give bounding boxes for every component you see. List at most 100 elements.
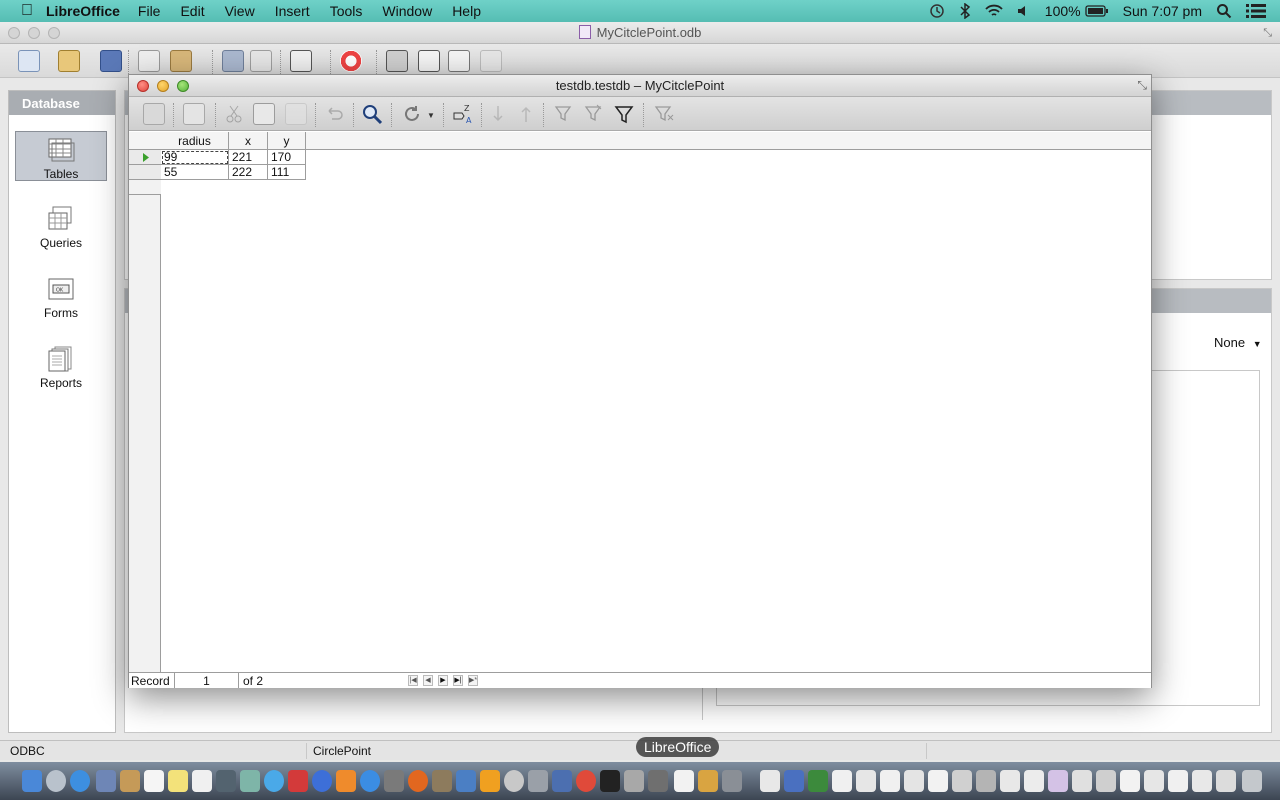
libreoffice-icon[interactable]: [674, 770, 694, 792]
reports-button[interactable]: Reports: [15, 341, 107, 391]
open-folder-icon[interactable]: [58, 50, 80, 72]
queries-button[interactable]: Queries: [15, 201, 107, 251]
forms-button[interactable]: OK Forms: [15, 271, 107, 321]
dock-document-icon[interactable]: [1216, 770, 1236, 792]
menu-window[interactable]: Window: [382, 3, 432, 19]
refresh-dropdown-icon[interactable]: ▼: [427, 111, 435, 120]
dock-document-icon[interactable]: [1144, 770, 1164, 792]
record-number-field[interactable]: 1: [174, 673, 239, 688]
cell-radius[interactable]: 55: [161, 165, 229, 180]
dock-document-icon[interactable]: [976, 770, 996, 792]
cell-x[interactable]: 221: [229, 150, 268, 165]
select-all-corner[interactable]: [129, 132, 161, 150]
contacts-icon[interactable]: [120, 770, 140, 792]
dock-document-icon[interactable]: [1048, 770, 1068, 792]
battery-icon[interactable]: [1084, 5, 1109, 17]
menu-view[interactable]: View: [225, 3, 255, 19]
dock-document-icon[interactable]: [808, 770, 828, 792]
itunes-icon[interactable]: [312, 770, 332, 792]
standard-filter-icon[interactable]: [613, 103, 635, 125]
reset-filter-icon[interactable]: [653, 103, 675, 125]
dock-app-icon[interactable]: [480, 770, 500, 792]
column-header-x[interactable]: x: [229, 132, 268, 150]
volume-icon[interactable]: [1017, 4, 1031, 18]
first-record-icon[interactable]: |◀: [408, 675, 418, 686]
cell-x[interactable]: 222: [229, 165, 268, 180]
row-selector[interactable]: [129, 150, 161, 165]
notes-icon[interactable]: [168, 770, 188, 792]
dock-app-icon[interactable]: [432, 770, 452, 792]
dock-app-icon[interactable]: [456, 770, 476, 792]
save-icon[interactable]: [100, 50, 122, 72]
dock-app-icon[interactable]: [552, 770, 572, 792]
previous-record-icon[interactable]: ◀: [423, 675, 433, 686]
preview-mode-dropdown[interactable]: None ▼: [1214, 335, 1262, 350]
dock-document-icon[interactable]: [1192, 770, 1212, 792]
paste-icon[interactable]: [170, 50, 192, 72]
menu-insert[interactable]: Insert: [275, 3, 310, 19]
tables-button[interactable]: Tables: [15, 131, 107, 181]
save-record-icon[interactable]: [143, 103, 165, 125]
photo-booth-icon[interactable]: [288, 770, 308, 792]
copy-icon[interactable]: [253, 103, 275, 125]
dock-document-icon[interactable]: [904, 770, 924, 792]
open-object-icon[interactable]: [386, 50, 408, 72]
terminal-icon[interactable]: [600, 770, 620, 792]
facetime-icon[interactable]: [216, 770, 236, 792]
rename-object-icon[interactable]: [480, 50, 502, 72]
dock-document-icon[interactable]: [1024, 770, 1044, 792]
delete-object-icon[interactable]: [448, 50, 470, 72]
undo-icon[interactable]: [323, 103, 345, 125]
firefox-icon[interactable]: [408, 770, 428, 792]
sort-ascending-icon[interactable]: [487, 103, 509, 125]
help-lifebuoy-icon[interactable]: [340, 50, 362, 72]
dock-document-icon[interactable]: [856, 770, 876, 792]
menu-file[interactable]: File: [138, 3, 161, 19]
menu-edit[interactable]: Edit: [180, 3, 204, 19]
chrome-icon[interactable]: [576, 770, 596, 792]
dock-app-icon[interactable]: [624, 770, 644, 792]
trash-icon[interactable]: [1242, 770, 1262, 792]
dock-app-icon[interactable]: [698, 770, 718, 792]
cell-y[interactable]: 170: [268, 150, 306, 165]
messages-icon[interactable]: [264, 770, 284, 792]
fullscreen-icon[interactable]: ⤡: [1137, 78, 1147, 93]
next-record-icon[interactable]: ▶: [438, 675, 448, 686]
wifi-icon[interactable]: [985, 4, 1003, 18]
dock-document-icon[interactable]: [832, 770, 852, 792]
refresh-icon[interactable]: [401, 103, 423, 125]
menu-help[interactable]: Help: [452, 3, 481, 19]
ibooks-icon[interactable]: [336, 770, 356, 792]
photos-icon[interactable]: [240, 770, 260, 792]
finder-icon[interactable]: [22, 770, 42, 792]
reminders-icon[interactable]: [192, 770, 212, 792]
dock-document-icon[interactable]: [1072, 770, 1092, 792]
launchpad-icon[interactable]: [46, 770, 66, 792]
form-control-icon[interactable]: [290, 50, 312, 72]
apply-filter-icon[interactable]: [583, 103, 605, 125]
dock-document-icon[interactable]: [1120, 770, 1140, 792]
edit-data-icon[interactable]: [183, 103, 205, 125]
bluetooth-icon[interactable]: [959, 3, 971, 19]
cut-icon[interactable]: [223, 103, 245, 125]
cell-radius[interactable]: 99: [161, 150, 229, 165]
sort-ascending-icon[interactable]: [222, 50, 244, 72]
spotlight-icon[interactable]: [1216, 3, 1232, 19]
apple-icon[interactable]: : [18, 2, 36, 20]
safari-icon[interactable]: [70, 770, 90, 792]
cell-y[interactable]: 111: [268, 165, 306, 180]
dock-app-icon[interactable]: [528, 770, 548, 792]
dock-app-icon[interactable]: [648, 770, 668, 792]
dock-app-icon[interactable]: [504, 770, 524, 792]
database-app-icon[interactable]: [722, 770, 742, 792]
dock-document-icon[interactable]: [880, 770, 900, 792]
battery-percent[interactable]: 100%: [1045, 3, 1081, 19]
system-preferences-icon[interactable]: [384, 770, 404, 792]
sort-descending-icon[interactable]: [515, 103, 537, 125]
dock-document-icon[interactable]: [1000, 770, 1020, 792]
dock-document-icon[interactable]: [1168, 770, 1188, 792]
autofilter-icon[interactable]: [553, 103, 575, 125]
app-store-icon[interactable]: [360, 770, 380, 792]
calendar-icon[interactable]: [144, 770, 164, 792]
new-record-icon[interactable]: ▶*: [468, 675, 478, 686]
